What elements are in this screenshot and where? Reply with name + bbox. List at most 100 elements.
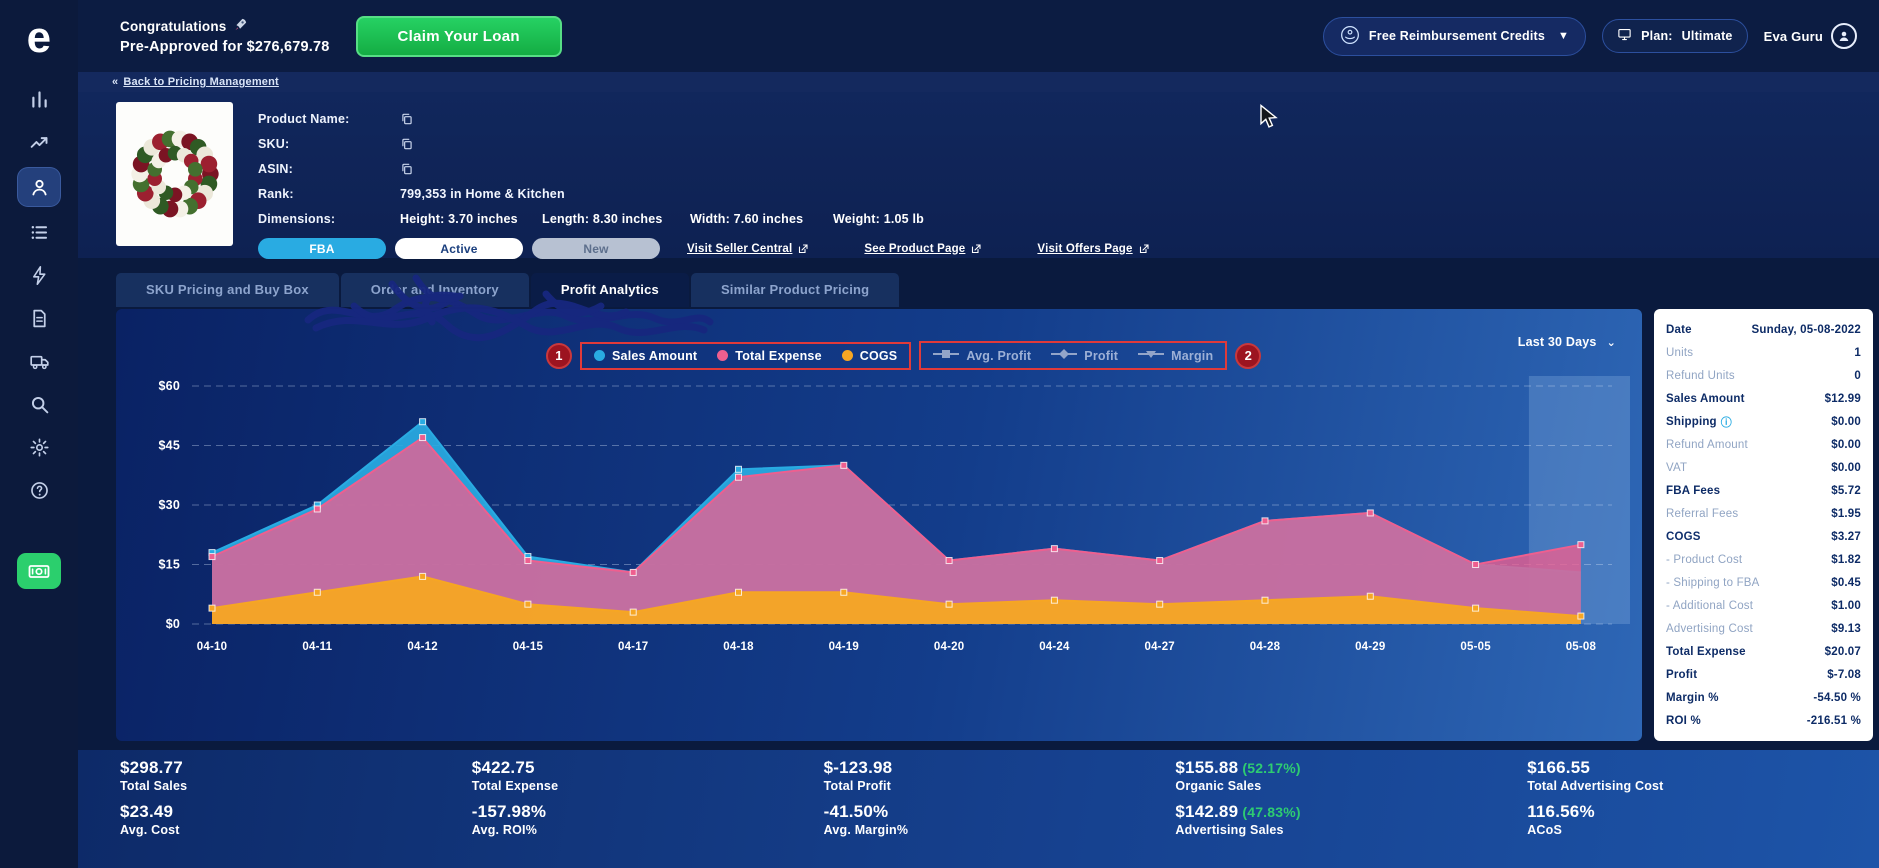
stat-acos: 116.56% ACoS [1527, 802, 1595, 837]
product-image [116, 102, 233, 246]
legend-dot-icon [841, 350, 853, 361]
info-icon[interactable]: ⓘ [1721, 414, 1732, 430]
eva-logo[interactable]: e [27, 10, 52, 68]
range-label: Last 30 Days [1517, 335, 1597, 349]
legend-avg-profit[interactable]: Avg. Profit [933, 348, 1031, 363]
side-panel-row: Refund Units 0 [1666, 369, 1861, 382]
stat-column: $422.75 Total Expense -157.98% Avg. ROI% [472, 758, 824, 868]
svg-text:04-19: 04-19 [829, 641, 859, 653]
tab-sku-pricing-and-buy-box[interactable]: SKU Pricing and Buy Box [116, 273, 339, 307]
preapproved-amount: $276,679.78 [246, 39, 330, 55]
trend-up-icon[interactable] [18, 125, 60, 159]
cash-icon[interactable] [17, 553, 61, 589]
loan-banner: Congratulations Pre-Approved for $276,67… [120, 17, 330, 56]
side-panel-row: Shipping ⓘ $0.00 [1666, 414, 1861, 430]
legend-total-expense[interactable]: Total Expense [717, 349, 822, 363]
legend-dot-icon [594, 350, 605, 361]
reimbursement-credits-button[interactable]: Free Reimbursement Credits ▼ [1322, 16, 1587, 56]
document-icon[interactable] [18, 301, 60, 335]
user-menu[interactable]: Eva Guru [1764, 23, 1857, 49]
stat-advertising-sales: $142.89 (47.83%) Advertising Sales [1175, 802, 1301, 837]
monitor-icon [1617, 27, 1632, 45]
dimensions-label: Dimensions: [258, 211, 336, 226]
tab-similar-product-pricing[interactable]: Similar Product Pricing [690, 273, 900, 307]
svg-text:04-29: 04-29 [1355, 641, 1385, 653]
legend-cogs[interactable]: COGS [841, 349, 898, 363]
stat-total-sales: $298.77 Total Sales [120, 758, 188, 793]
side-panel-row: - Product Cost $1.82 [1666, 553, 1861, 566]
avatar[interactable] [1831, 23, 1857, 49]
side-panel-row: COGS $3.27 [1666, 530, 1861, 543]
copy-icon[interactable] [400, 137, 414, 151]
side-panel-row: Profit $-7.08 [1666, 668, 1861, 681]
see-product-page-link[interactable]: See Product Page [864, 243, 982, 255]
stat-organic-sales: $155.88 (52.17%) Organic Sales [1175, 758, 1301, 793]
top-bar: Congratulations Pre-Approved for $276,67… [78, 0, 1879, 72]
app-root: e Congratulations Pre-Approved for $276,… [0, 0, 1879, 868]
truck-icon[interactable] [18, 344, 60, 378]
svg-text:04-10: 04-10 [197, 641, 227, 653]
side-panel-row: VAT $0.00 [1666, 461, 1861, 474]
area-chart-canvas[interactable]: $0 $15 $30 $45 $60 04-10 04-11 04-12 04-15 04-17 0… [120, 372, 1630, 672]
svg-text:04-18: 04-18 [723, 641, 754, 653]
legend-metrics-group: Avg. Profit Profit Margin [919, 341, 1228, 370]
help-icon[interactable] [18, 473, 60, 507]
sku-label: SKU: [258, 136, 290, 151]
stat-column: $-123.98 Total Profit -41.50% Avg. Margin% [824, 758, 1176, 868]
rank-value: 799,353 in Home & Kitchen [400, 186, 565, 201]
stat-avg-cost: $23.49 Avg. Cost [120, 802, 180, 837]
side-panel-row: Units 1 [1666, 346, 1861, 359]
bar-chart-icon[interactable] [18, 82, 60, 116]
new-badge[interactable]: New [532, 238, 660, 259]
sidebar-nav [18, 82, 60, 507]
svg-text:04-20: 04-20 [934, 641, 964, 653]
chevron-down-icon: ⌄ [1606, 336, 1616, 349]
dimension-weight: Weight: 1.05 lb [833, 211, 924, 226]
stat-avg-roi-: -157.98% Avg. ROI% [471, 802, 547, 837]
breadcrumb: « Back to Pricing Management [78, 72, 1879, 92]
summary-stats-bar: $298.77 Total Sales $23.49 Avg. Cost $422.75… [78, 750, 1879, 868]
list-icon[interactable] [18, 215, 60, 249]
side-panel-row: Margin % -54.50 % [1666, 691, 1861, 704]
preapproved-text: Pre-Approved for [120, 39, 243, 55]
claim-loan-button[interactable]: Claim Your Loan [355, 15, 562, 57]
stat-avg-margin-: -41.50% Avg. Margin% [823, 802, 909, 837]
side-panel-row: ROI % -216.51 % [1666, 714, 1861, 727]
plan-button[interactable]: Plan: Ultimate [1602, 19, 1748, 53]
visit-seller-central-link[interactable]: Visit Seller Central [687, 243, 809, 255]
product-header: Product Name: SKU: ASIN: Rank: 799,353 in… [78, 92, 1879, 259]
side-panel-row: Date Sunday, 05-08-2022 [1666, 323, 1861, 336]
search-icon[interactable] [18, 387, 60, 421]
legend-series-group: Sales Amount Total Expense COGS [580, 341, 912, 370]
profit-analytics-chart-panel: Last 30 Days ⌄ 1 Sales Amount Total Expen… [116, 309, 1642, 741]
user-name: Eva Guru [1763, 28, 1823, 44]
tab-order-and-inventory[interactable]: Order and Inventory [340, 273, 529, 307]
legend-sales-amount[interactable]: Sales Amount [594, 349, 697, 363]
chevron-down-icon: ▼ [1558, 30, 1570, 42]
svg-text:04-27: 04-27 [1144, 641, 1174, 653]
svg-text:04-24: 04-24 [1039, 641, 1070, 653]
bolt-icon[interactable] [18, 258, 60, 292]
date-range-selector[interactable]: Last 30 Days ⌄ [1518, 335, 1616, 349]
stat-total-expense: $422.75 Total Expense [471, 758, 559, 793]
reimbursement-label: Free Reimbursement Credits [1368, 29, 1546, 43]
chevron-left-icon: « [112, 76, 119, 88]
annotation-marker-2: 2 [1235, 342, 1262, 369]
copy-icon[interactable] [400, 162, 414, 176]
dimension-length: Length: 8.30 inches [542, 211, 663, 226]
user-icon[interactable] [18, 168, 60, 206]
legend-margin[interactable]: Margin [1138, 348, 1213, 363]
side-panel-row: Advertising Cost $9.13 [1666, 622, 1861, 635]
svg-text:04-15: 04-15 [513, 641, 544, 653]
fba-badge[interactable]: FBA [258, 238, 386, 259]
product-name-label: Product Name: [258, 111, 350, 126]
asin-label: ASIN: [258, 161, 294, 176]
copy-icon[interactable] [400, 112, 414, 126]
legend-profit[interactable]: Profit [1051, 348, 1118, 363]
svg-text:04-17: 04-17 [618, 641, 648, 653]
gear-icon[interactable] [18, 430, 60, 464]
tab-profit-analytics[interactable]: Profit Analytics [530, 273, 689, 307]
active-badge[interactable]: Active [395, 238, 523, 259]
visit-offers-page-link[interactable]: Visit Offers Page [1037, 243, 1149, 255]
back-to-pricing-link[interactable]: Back to Pricing Management [123, 76, 279, 88]
